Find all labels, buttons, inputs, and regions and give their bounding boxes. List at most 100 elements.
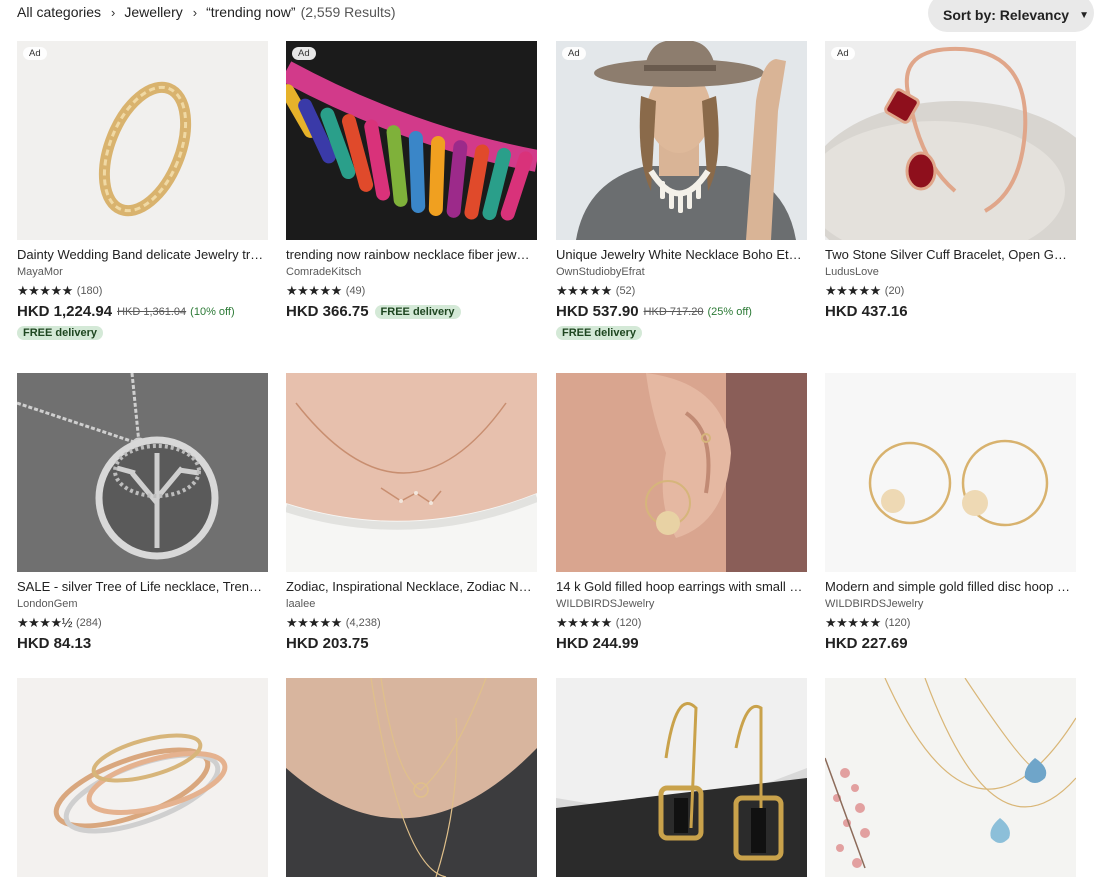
listing-image[interactable]	[286, 678, 537, 877]
listing-card[interactable]	[17, 678, 268, 877]
listing-card[interactable]: SALE - silver Tree of Life necklace, Tre…	[17, 373, 268, 653]
listing-title[interactable]: Dainty Wedding Band delicate Jewelry tre…	[17, 247, 266, 263]
rating: ★★★★★ (20)	[825, 283, 1076, 298]
shop-name: LudusLove	[825, 266, 879, 278]
necklace-image	[286, 41, 537, 240]
listing-image[interactable]	[825, 678, 1076, 877]
hoop-earring-image	[556, 373, 807, 572]
review-count: (20)	[884, 285, 905, 297]
listing-title[interactable]: Zodiac, Inspirational Necklace, Zodiac N…	[286, 579, 535, 595]
price: HKD 84.13	[17, 635, 92, 652]
breadcrumb-all-categories[interactable]: All categories	[17, 4, 101, 20]
price-row: HKD 437.16	[825, 302, 1076, 321]
listing-image[interactable]: Ad	[286, 41, 537, 240]
review-count: (180)	[76, 285, 103, 297]
listing-card[interactable]: Ad trending now rainbow necklace fiber j…	[286, 41, 537, 321]
price: HKD 437.16	[825, 303, 908, 320]
listing-card[interactable]: Ad Unique Jewelry White Necklace Boho Et…	[556, 41, 807, 341]
ad-badge: Ad	[831, 47, 855, 60]
shop-name: WILDBIRDSJewelry	[556, 598, 655, 610]
listing-image[interactable]	[286, 373, 537, 572]
tree-of-life-necklace-image	[17, 373, 268, 572]
rating: ★★★★★ (120)	[825, 615, 1076, 630]
listing-image[interactable]	[556, 678, 807, 877]
listing-card[interactable]: Ad Dainty Wedding Band delicate Jewelry …	[17, 41, 268, 341]
rating: ★★★★½ (284)	[17, 615, 268, 630]
layered-necklace-image	[286, 678, 537, 877]
shop-name: OwnStudiobyEfrat	[556, 266, 645, 278]
review-count: (49)	[345, 285, 366, 297]
breadcrumb-query: “trending now”	[206, 4, 296, 20]
zodiac-necklace-image	[286, 373, 537, 572]
listing-card[interactable]: 14 k Gold filled hoop earrings with smal…	[556, 373, 807, 653]
star-rating-icon: ★★★★★	[286, 283, 342, 298]
star-rating-icon: ★★★★★	[286, 615, 342, 630]
results-count: (2,559 Results)	[300, 4, 396, 20]
price-row: HKD 366.75 FREE delivery	[286, 302, 537, 321]
caret-down-icon: ▼	[1079, 9, 1089, 21]
breadcrumb: All categories › Jewellery › “trending n…	[17, 4, 396, 20]
star-rating-icon: ★★★★★	[556, 283, 612, 298]
rating: ★★★★★ (49)	[286, 283, 537, 298]
price-row: HKD 537.90 HKD 717.20 (25% off)	[556, 302, 807, 321]
rating: ★★★★★ (52)	[556, 283, 807, 298]
shop-name: WILDBIRDSJewelry	[825, 598, 924, 610]
geometric-earrings-image	[556, 678, 807, 877]
listing-image[interactable]	[556, 373, 807, 572]
discount: (10% off)	[190, 305, 235, 318]
listing-title[interactable]: 14 k Gold filled hoop earrings with smal…	[556, 579, 805, 595]
listing-image[interactable]	[825, 373, 1076, 572]
price-row: HKD 84.13	[17, 634, 268, 653]
listing-image[interactable]	[17, 678, 268, 877]
shop-name: MayaMor	[17, 266, 63, 278]
original-price: HKD 717.20	[643, 305, 704, 318]
listing-title[interactable]: Two Stone Silver Cuff Bracelet, Open Gem…	[825, 247, 1074, 263]
ad-badge: Ad	[562, 47, 586, 60]
shop-name: laalee	[286, 598, 316, 610]
shop-name: ComradeKitsch	[286, 266, 362, 278]
chevron-right-icon: ›	[111, 4, 116, 20]
review-count: (120)	[884, 617, 911, 629]
listing-image[interactable]: Ad	[17, 41, 268, 240]
listing-title[interactable]: Unique Jewelry White Necklace Boho Ethni…	[556, 247, 805, 263]
rating: ★★★★★ (4,238)	[286, 615, 537, 630]
listing-title[interactable]: Modern and simple gold filled disc hoop …	[825, 579, 1074, 595]
listing-image[interactable]	[17, 373, 268, 572]
listing-card[interactable]: Ad Two Stone Silver Cuff Bracelet, Open …	[825, 41, 1076, 321]
breadcrumb-jewellery[interactable]: Jewellery	[124, 4, 182, 20]
sort-button[interactable]: Sort by: Relevancy ▼	[928, 0, 1094, 32]
shop-name: LondonGem	[17, 598, 78, 610]
listing-title[interactable]: trending now rainbow necklace fiber jewe…	[286, 247, 535, 263]
listing-image[interactable]: Ad	[825, 41, 1076, 240]
chevron-right-icon: ›	[192, 4, 198, 20]
listing-card[interactable]: Zodiac, Inspirational Necklace, Zodiac N…	[286, 373, 537, 653]
price-row: HKD 227.69	[825, 634, 1076, 653]
star-rating-icon: ★★★★★	[825, 283, 881, 298]
review-count: (120)	[615, 617, 642, 629]
price: HKD 366.75	[286, 303, 369, 320]
price-row: HKD 244.99	[556, 634, 807, 653]
rating: ★★★★★ (120)	[556, 615, 807, 630]
free-delivery-badge: FREE delivery	[556, 326, 642, 340]
free-delivery-badge: FREE delivery	[17, 326, 103, 340]
listing-card[interactable]	[556, 678, 807, 877]
star-rating-icon: ★★★★★	[17, 283, 73, 298]
listing-card[interactable]	[286, 678, 537, 877]
disc-hoop-earrings-image	[825, 373, 1076, 572]
price: HKD 537.90	[556, 303, 639, 320]
rating: ★★★★★ (180)	[17, 283, 268, 298]
listing-title[interactable]: SALE - silver Tree of Life necklace, Tre…	[17, 579, 266, 595]
model-image	[556, 41, 807, 240]
listing-card[interactable]: Modern and simple gold filled disc hoop …	[825, 373, 1076, 653]
price: HKD 203.75	[286, 635, 369, 652]
star-rating-icon: ★★★★½	[17, 615, 72, 630]
ad-badge: Ad	[23, 47, 47, 60]
price-row: HKD 1,224.94 HKD 1,361.04 (10% off)	[17, 302, 268, 321]
listing-image[interactable]: Ad	[556, 41, 807, 240]
review-count: (4,238)	[345, 617, 381, 629]
original-price: HKD 1,361.04	[117, 305, 187, 318]
price: HKD 227.69	[825, 635, 908, 652]
listing-card[interactable]	[825, 678, 1076, 877]
review-count: (52)	[615, 285, 636, 297]
stacking-rings-image	[17, 678, 268, 877]
